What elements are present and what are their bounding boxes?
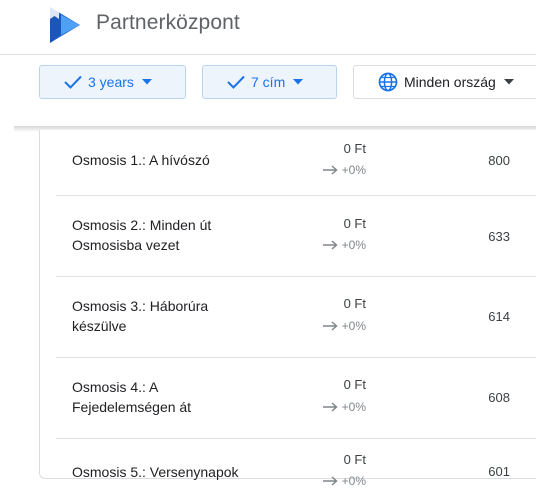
revenue-change: +0% (322, 319, 366, 333)
check-icon (64, 75, 82, 89)
book-title: Osmosis 4.: A Fejedelemségen át (72, 379, 192, 415)
arrow-right-icon (322, 402, 338, 412)
table-row[interactable]: Osmosis 4.: A Fejedelemségen át 0 Ft +0%… (56, 358, 536, 439)
table-row[interactable]: Osmosis 2.: Minden út Osmosisba vezet 0 … (56, 196, 536, 277)
count-value: 800 (488, 153, 510, 168)
app-title: Partnerközpont (96, 11, 240, 34)
app-header: Partnerközpont (0, 0, 536, 55)
revenue-value: 0 Ft (343, 377, 366, 392)
count-value: 614 (488, 309, 510, 324)
dropdown-arrow-icon (141, 79, 152, 85)
dropdown-arrow-icon (293, 79, 304, 85)
dropdown-arrow-icon (503, 79, 514, 85)
globe-icon (378, 72, 398, 92)
period-filter-chip[interactable]: 3 years (39, 65, 186, 99)
count-value: 601 (488, 464, 510, 479)
titles-filter-label: 7 cím (251, 74, 286, 90)
revenue-value: 0 Ft (343, 296, 366, 311)
country-filter-label: Minden ország (404, 74, 496, 90)
revenue-value: 0 Ft (343, 452, 366, 467)
filter-bar: 3 years 7 cím Minden ország (0, 55, 536, 128)
revenue-change: +0% (322, 400, 366, 414)
arrow-right-icon (322, 240, 338, 250)
table-row[interactable]: Osmosis 5.: Versenynapok 0 Ft +0% 601 (56, 439, 536, 499)
titles-filter-chip[interactable]: 7 cím (202, 65, 337, 99)
book-title: Osmosis 5.: Versenynapok (72, 464, 239, 480)
count-value: 608 (488, 390, 510, 405)
table-row[interactable]: Osmosis 3.: Háborúra készülve 0 Ft +0% 6… (56, 277, 536, 358)
book-title: Osmosis 3.: Háborúra készülve (72, 298, 209, 334)
table-row[interactable]: Osmosis 1.: A hívószó 0 Ft +0% 800 (56, 130, 536, 196)
revenue-change: +0% (322, 474, 366, 488)
check-icon (227, 75, 245, 89)
country-filter-chip[interactable]: Minden ország (353, 65, 536, 99)
book-title: Osmosis 2.: Minden út Osmosisba vezet (72, 217, 212, 253)
revenue-change: +0% (322, 238, 366, 252)
revenue-value: 0 Ft (343, 141, 366, 156)
arrow-right-icon (322, 321, 338, 331)
arrow-right-icon (322, 165, 338, 175)
arrow-right-icon (322, 476, 338, 486)
revenue-value: 0 Ft (343, 216, 366, 231)
count-value: 633 (488, 229, 510, 244)
google-play-books-logo-icon[interactable] (47, 5, 83, 45)
book-title: Osmosis 1.: A hívószó (72, 152, 210, 168)
period-filter-label: 3 years (88, 74, 134, 90)
revenue-change: +0% (322, 163, 366, 177)
